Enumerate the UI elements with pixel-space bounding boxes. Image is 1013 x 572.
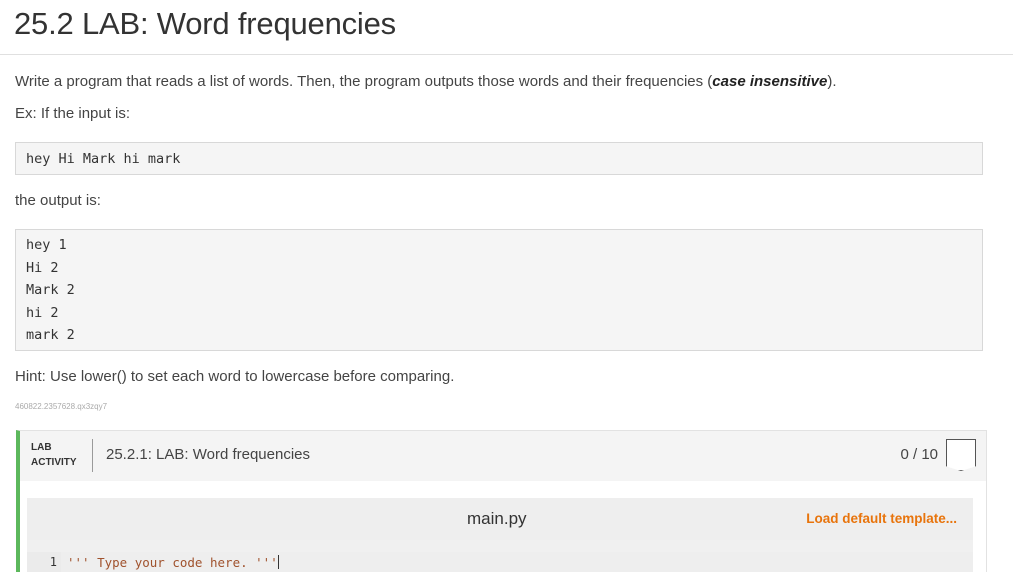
lab-header-divider — [92, 439, 93, 472]
code-line[interactable]: ''' Type your code here. ''' — [67, 555, 279, 570]
output-line: hey 1 — [26, 237, 67, 253]
output-line: hi 2 — [26, 304, 59, 321]
load-default-template-link[interactable]: Load default template... — [806, 511, 957, 526]
code-editor: main.py Load default template... 1 ''' T… — [27, 498, 973, 572]
example-intro: Ex: If the input is: — [15, 105, 131, 122]
input-example-box: hey Hi Mark hi mark — [15, 142, 983, 175]
output-line: Hi 2 — [26, 259, 59, 276]
code-input-area[interactable]: 1 ''' Type your code here. ''' — [27, 552, 973, 572]
lab-score: 0 / 10 — [900, 446, 938, 463]
output-intro: the output is: — [15, 192, 101, 209]
lab-activity-title: 25.2.1: LAB: Word frequencies — [106, 446, 311, 463]
input-example-line: hey Hi Mark hi mark — [26, 151, 181, 167]
line-number: 1 — [49, 555, 57, 569]
text-cursor — [277, 555, 279, 569]
score-badge-icon — [946, 439, 976, 471]
emphasis-text: case insensitive — [712, 73, 828, 90]
lab-activity-card: LAB ACTIVITY 25.2.1: LAB: Word frequenci… — [16, 430, 987, 572]
title-divider — [0, 54, 1013, 55]
output-line: Mark 2 — [26, 282, 75, 298]
hint-text: Hint: Use lower() to set each word to lo… — [15, 368, 455, 385]
line-number-gutter: 1 — [27, 552, 61, 572]
output-example-box: hey 1 Hi 2 Mark 2 hi 2 mark 2 — [15, 229, 983, 351]
lab-activity-header: LAB ACTIVITY 25.2.1: LAB: Word frequenci… — [20, 431, 986, 481]
page: 25.2 LAB: Word frequencies Write a progr… — [0, 0, 1013, 572]
output-line: mark 2 — [26, 327, 75, 343]
problem-description: Write a program that reads a list of wor… — [15, 73, 837, 90]
editor-toolbar: main.py Load default template... — [27, 498, 973, 540]
page-title: 25.2 LAB: Word frequencies — [14, 6, 396, 41]
file-name-tab[interactable]: main.py — [467, 509, 527, 529]
content-tag-id: 460822.2357628.qx3zqy7 — [15, 402, 108, 411]
lab-activity-label: LAB ACTIVITY — [31, 442, 77, 468]
